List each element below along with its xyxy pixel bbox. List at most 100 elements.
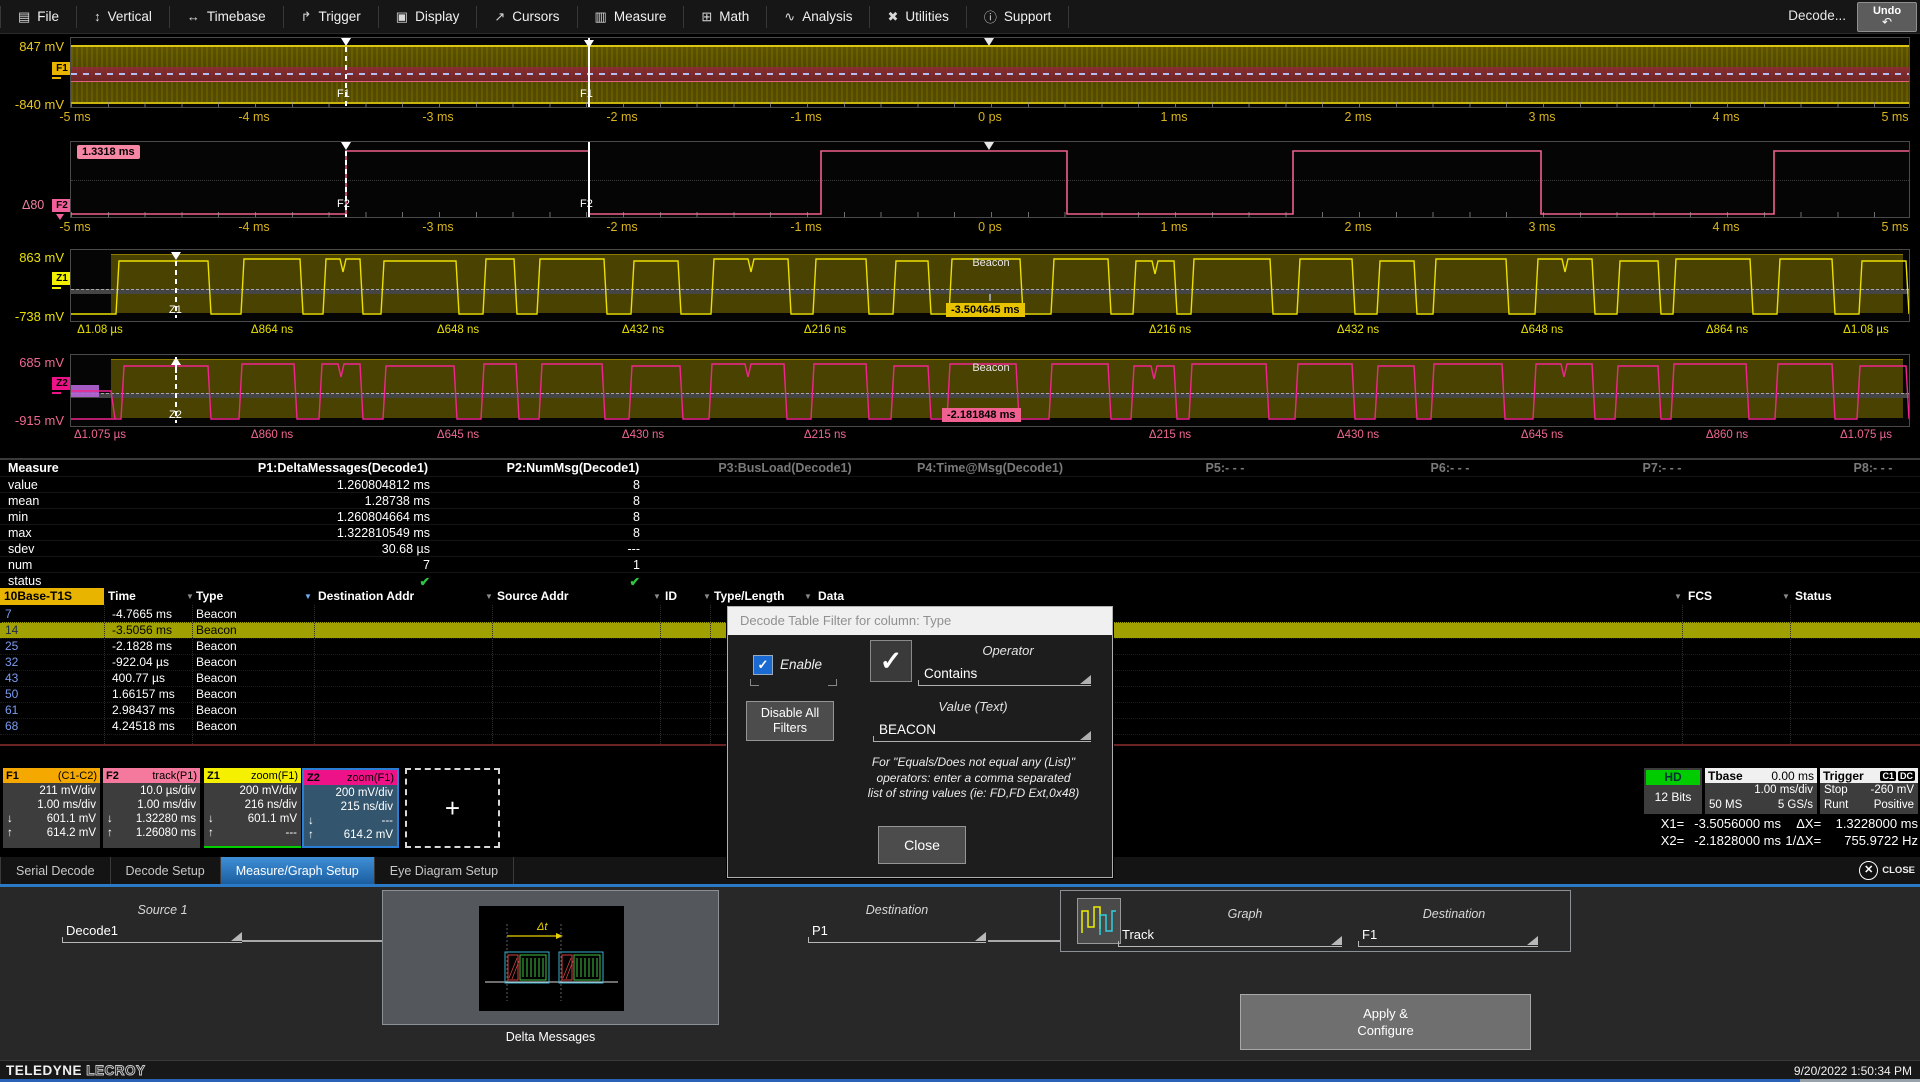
decode-col-time[interactable]: Time bbox=[108, 589, 136, 603]
decode-col-source-addr[interactable]: Source Addr bbox=[497, 589, 569, 603]
undo-button[interactable]: Undo ↶ bbox=[1857, 2, 1917, 32]
channel-scale1: 10.0 µs/div bbox=[107, 784, 196, 798]
dx-value: 1.3228000 ms bbox=[1821, 815, 1918, 832]
menu-item-analysis[interactable]: ∿Analysis bbox=[767, 6, 870, 28]
channel-id: F1 bbox=[6, 770, 19, 782]
menu-item-support[interactable]: ⓘSupport bbox=[967, 6, 1069, 28]
menu-item-file[interactable]: ▤File bbox=[0, 6, 77, 28]
delta-readout-label: Δ648 ns bbox=[1487, 324, 1597, 336]
hd-box[interactable]: HD 12 Bits bbox=[1644, 768, 1702, 814]
value-dropdown-icon bbox=[1080, 731, 1091, 740]
decode-col-fcs[interactable]: FCS bbox=[1688, 589, 1712, 603]
cursor-x2-arrow-icon[interactable] bbox=[584, 40, 594, 48]
operator-checkbox[interactable]: ✓ bbox=[870, 640, 912, 682]
cursor-x1-arrow-icon[interactable] bbox=[341, 38, 351, 46]
decode-table-header: 10Base-T1S Time▼Type▼Destination Addr▼So… bbox=[0, 588, 1920, 605]
tab-serial-decode[interactable]: Serial Decode bbox=[0, 857, 111, 885]
delta-messages-diagram: Δt bbox=[479, 906, 624, 1011]
channel-box-z2[interactable]: Z2zoom(F1)200 mV/div215 ns/div↓---↑614.2… bbox=[302, 768, 399, 848]
measure-header-row: MeasureP1:DeltaMessages(Decode1)P2:NumMs… bbox=[0, 460, 1920, 476]
filter-funnel-icon[interactable]: ▼ bbox=[304, 592, 312, 601]
menu-item-cursors[interactable]: ↗Cursors bbox=[477, 6, 577, 28]
sort-arrow-icon[interactable]: ▼ bbox=[804, 592, 812, 601]
destination1-dropdown[interactable]: P1 bbox=[808, 922, 986, 943]
axis-tick-label: -4 ms bbox=[214, 110, 294, 124]
decode-col-destination-addr[interactable]: Destination Addr bbox=[318, 589, 414, 603]
trace4-cursor-arrow-icon[interactable] bbox=[171, 357, 181, 365]
down-arrow-icon: ↓ bbox=[308, 814, 314, 828]
value-input[interactable]: BEACON bbox=[873, 721, 1091, 742]
decode-col-type[interactable]: Type bbox=[196, 589, 223, 603]
decode-row-index: 68 bbox=[5, 719, 18, 733]
channel-scale2: 1.00 ms/div bbox=[107, 798, 196, 812]
decode-menu-label[interactable]: Decode... bbox=[1788, 8, 1846, 23]
tab-decode-setup[interactable]: Decode Setup bbox=[111, 857, 221, 885]
channel-box-z1[interactable]: Z1zoom(F1)200 mV/div216 ns/div↓601.1 mV↑… bbox=[204, 768, 301, 848]
trace3-cursor-arrow-icon[interactable] bbox=[171, 252, 181, 260]
menu-item-timebase[interactable]: ↔Timebase bbox=[170, 6, 284, 28]
trace2-waveform-area[interactable]: 1.3318 ms F2 F2 bbox=[70, 141, 1910, 218]
sort-arrow-icon[interactable]: ▼ bbox=[485, 592, 493, 601]
sort-arrow-icon[interactable]: ▼ bbox=[186, 592, 194, 601]
timebase-box[interactable]: Tbase 0.00 ms 1.00 ms/div 50 MS 5 GS/s bbox=[1705, 768, 1817, 814]
utilities-icon: ✖ bbox=[887, 9, 898, 25]
decode-col-type-length[interactable]: Type/Length bbox=[714, 589, 784, 603]
measure-col-header[interactable]: P8:- - - bbox=[1743, 461, 1920, 475]
trigger-box[interactable]: Trigger C1 DC Stop -260 mV Runt Positive bbox=[1820, 768, 1918, 814]
status-bar: TELEDYNE LECROY 9/20/2022 1:50:34 PM bbox=[0, 1060, 1920, 1079]
dialog-title[interactable]: Decode Table Filter for column: Type bbox=[728, 607, 1112, 635]
trigger-position-icon[interactable] bbox=[984, 38, 994, 46]
menu-item-display[interactable]: ▣Display bbox=[379, 6, 478, 28]
delta-messages-thumbnail[interactable]: Δt bbox=[382, 890, 719, 1025]
measure-col-header[interactable]: P1:DeltaMessages(Decode1) bbox=[213, 461, 473, 475]
apply-configure-button[interactable]: Apply &Configure bbox=[1240, 994, 1531, 1050]
trace4-center-value-badge: -2.181848 ms bbox=[942, 408, 1021, 422]
trace1-waveform-area[interactable]: F1 F1 bbox=[70, 37, 1910, 108]
channel-id: F2 bbox=[106, 770, 119, 782]
trace4-z2-badge[interactable]: Z2 bbox=[52, 377, 72, 390]
menu-item-utilities[interactable]: ✖Utilities bbox=[870, 6, 966, 28]
measure-p2-value: --- bbox=[440, 542, 640, 556]
trace2-f2-badge[interactable]: F2 bbox=[52, 199, 72, 212]
decode-col-data[interactable]: Data bbox=[818, 589, 844, 603]
sort-arrow-icon[interactable]: ▼ bbox=[653, 592, 661, 601]
trigger-level: -260 mV bbox=[1871, 783, 1914, 798]
destination2-value: F1 bbox=[1362, 927, 1377, 942]
destination2-dropdown[interactable]: F1 bbox=[1358, 926, 1538, 947]
channel-box-f1[interactable]: F1(C1-C2)211 mV/div1.00 ms/div↓601.1 mV↑… bbox=[3, 768, 100, 848]
channel-down-row: ↓--- bbox=[308, 814, 393, 828]
menu-item-math[interactable]: ⊞Math bbox=[684, 6, 767, 28]
source1-dropdown[interactable]: Decode1 bbox=[62, 922, 242, 943]
menu-item-trigger[interactable]: ↱Trigger bbox=[284, 6, 379, 28]
connector-line2 bbox=[988, 940, 1060, 942]
sort-arrow-icon[interactable]: ▼ bbox=[703, 592, 711, 601]
close-panel-button[interactable]: ✕ CLOSE bbox=[1859, 861, 1915, 880]
tbase-offset: 0.00 ms bbox=[1771, 769, 1814, 783]
decode-col-status[interactable]: Status bbox=[1795, 589, 1832, 603]
tab-measure-graph-setup[interactable]: Measure/Graph Setup bbox=[221, 857, 375, 885]
channel-box-f2[interactable]: F2track(P1)10.0 µs/div1.00 ms/div↓1.3228… bbox=[103, 768, 200, 848]
operator-dropdown[interactable]: Contains bbox=[918, 665, 1091, 686]
measure-col-header[interactable]: P4:Time@Msg(Decode1) bbox=[860, 461, 1120, 475]
delta-readout-label: Δ430 ns bbox=[588, 429, 698, 441]
graph-type-dropdown[interactable]: Track bbox=[1118, 926, 1342, 947]
up-arrow-icon: ↑ bbox=[107, 826, 113, 840]
trace1-f1-badge[interactable]: F1 bbox=[52, 62, 72, 75]
sort-arrow-icon[interactable]: ▼ bbox=[1674, 592, 1682, 601]
decode-row-time: 1.66157 ms bbox=[112, 687, 175, 701]
tab-eye-diagram-setup[interactable]: Eye Diagram Setup bbox=[375, 857, 514, 885]
menu-item-measure[interactable]: ▥Measure bbox=[578, 6, 685, 28]
decode-col-id[interactable]: ID bbox=[665, 589, 677, 603]
decode-protocol-badge[interactable]: 10Base-T1S bbox=[0, 588, 104, 605]
trace2-cursor-arrow-icon[interactable] bbox=[341, 142, 351, 150]
track-graph-icon[interactable] bbox=[1077, 898, 1121, 944]
menu-item-vertical[interactable]: ↕Vertical bbox=[77, 6, 170, 28]
tbase-tdiv: 1.00 ms/div bbox=[1754, 783, 1813, 798]
add-channel-box[interactable]: + bbox=[405, 768, 500, 848]
disable-all-filters-button[interactable]: Disable All Filters bbox=[746, 701, 834, 741]
measure-col-header[interactable]: P5:- - - bbox=[1095, 461, 1355, 475]
enable-checkbox[interactable]: ✓ bbox=[753, 655, 773, 675]
sort-arrow-icon[interactable]: ▼ bbox=[1782, 592, 1790, 601]
trace3-z1-badge[interactable]: Z1 bbox=[52, 272, 72, 285]
dialog-close-button[interactable]: Close bbox=[878, 826, 966, 864]
